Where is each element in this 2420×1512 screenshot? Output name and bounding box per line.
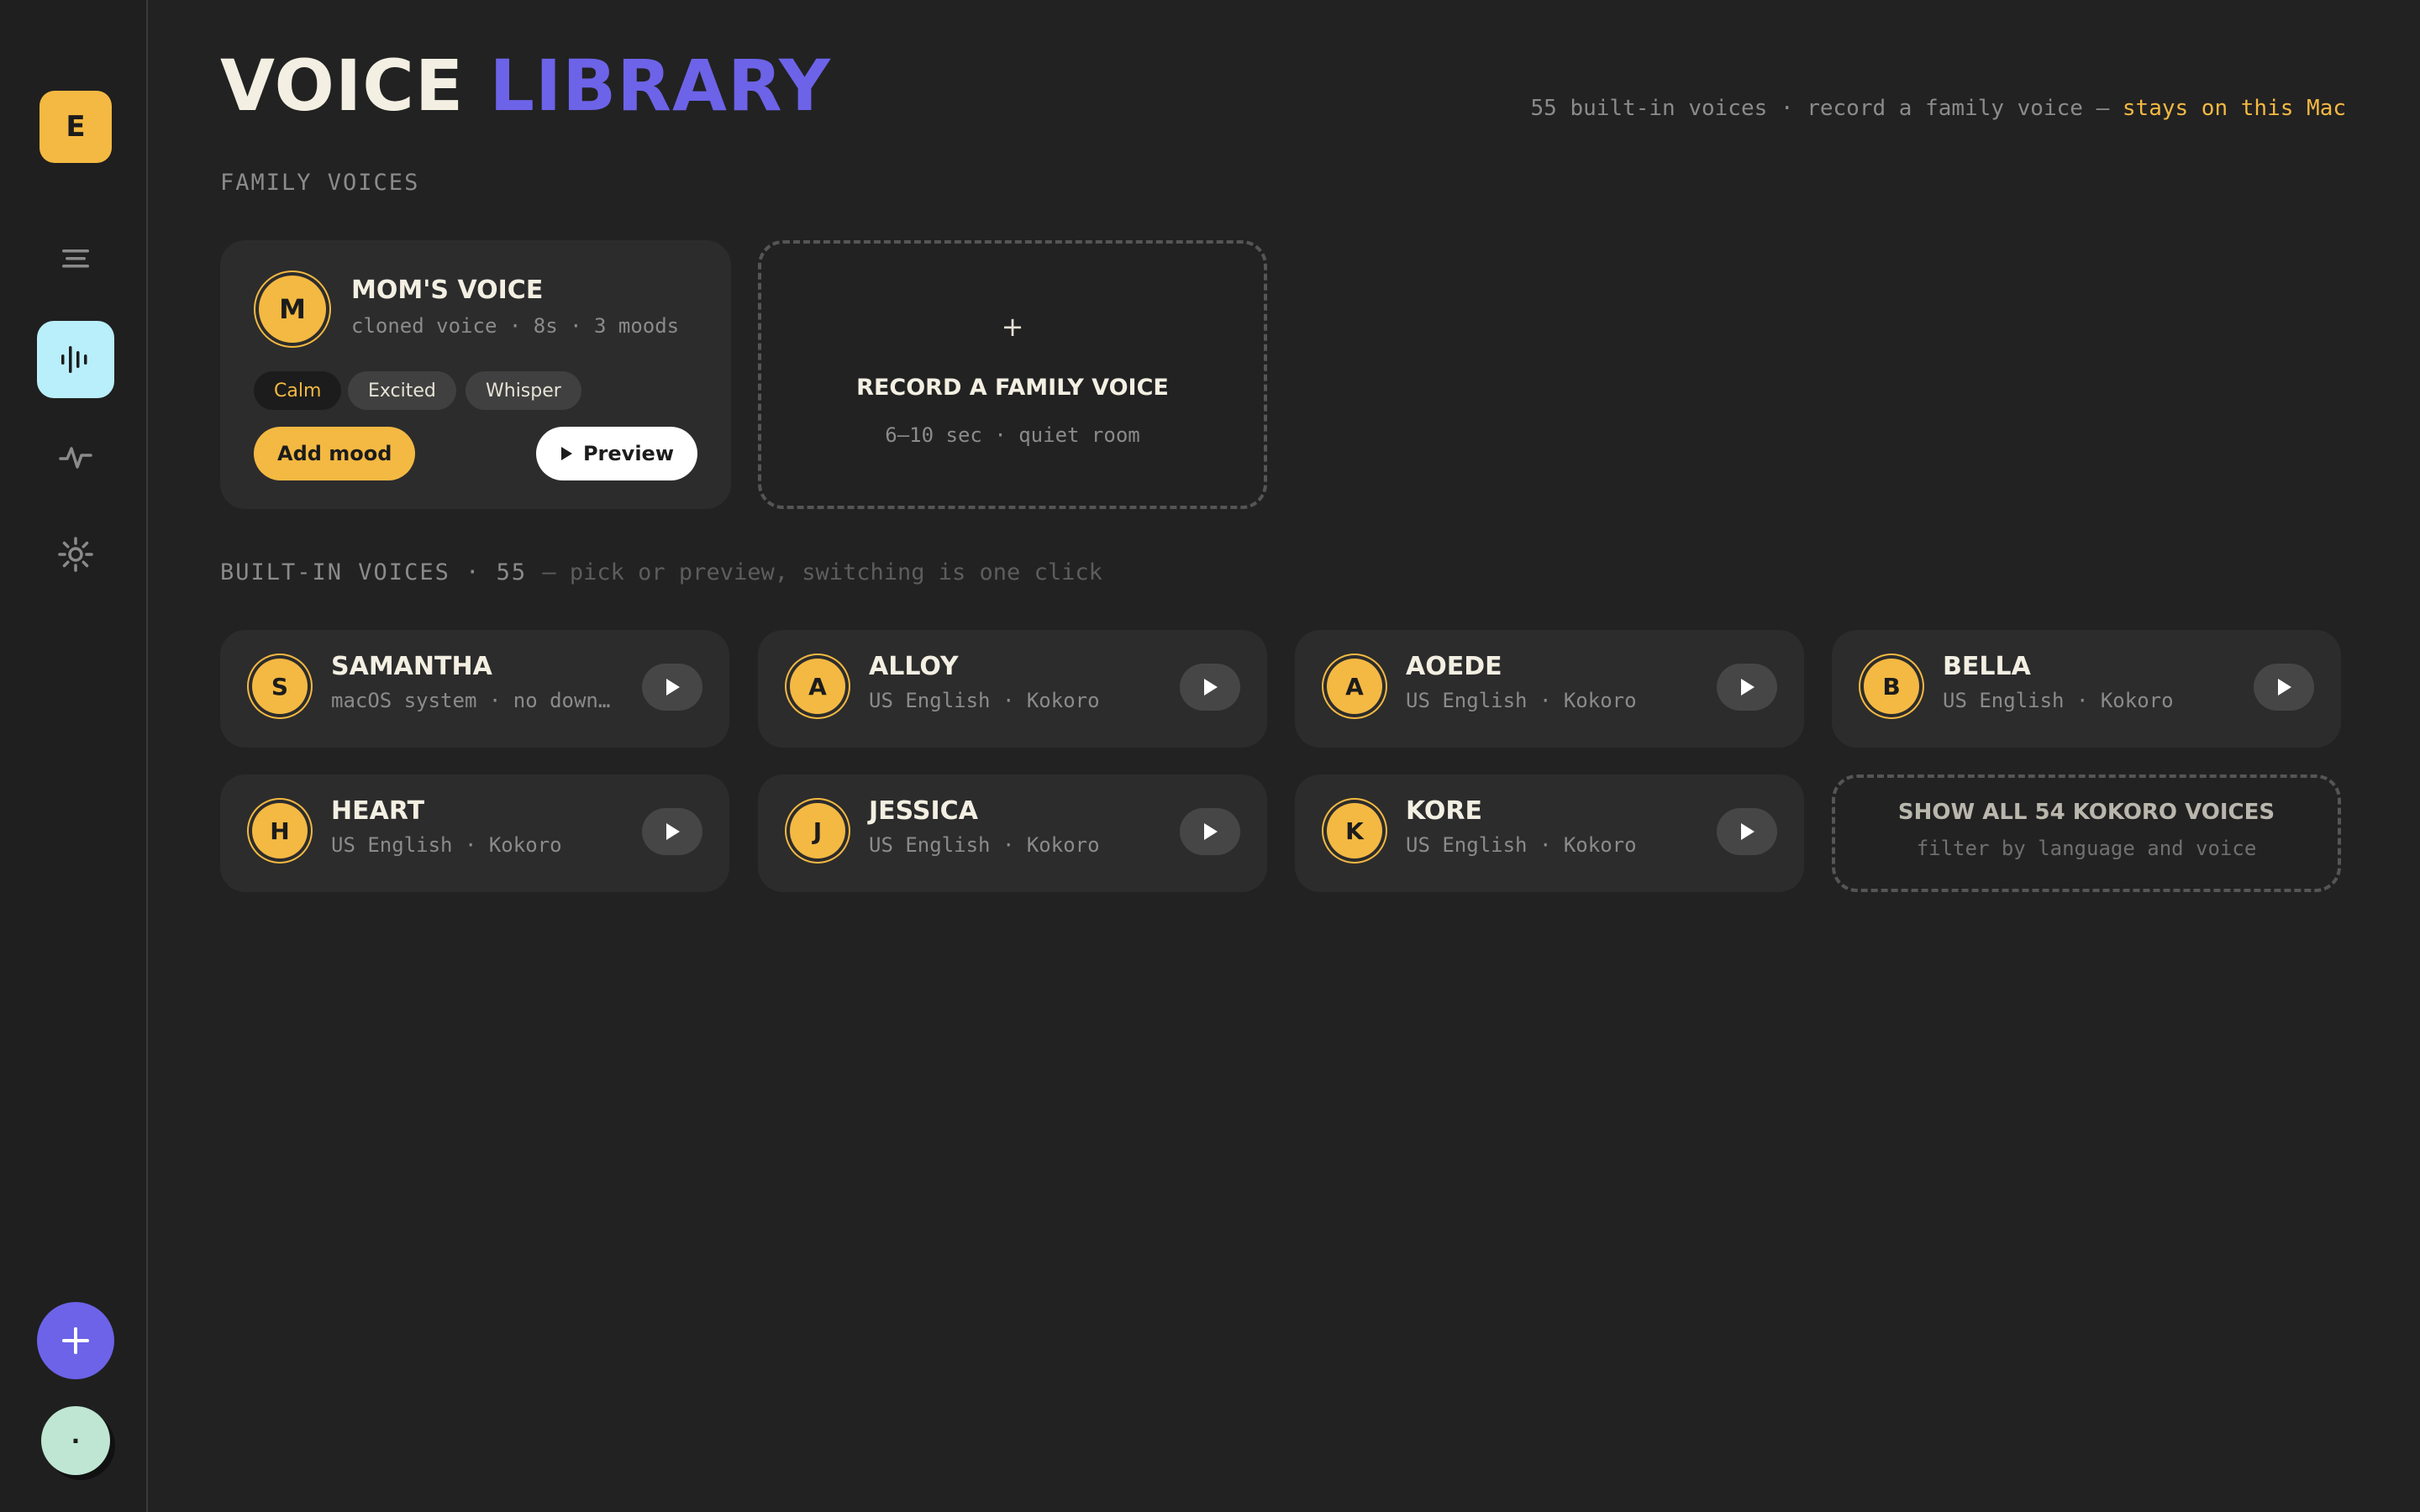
play-icon xyxy=(1741,823,1754,840)
voice-name: HEART xyxy=(331,796,425,826)
family-voice-subtitle: cloned voice · 8s · 3 moods xyxy=(351,314,680,338)
voice-card[interactable]: A ALLOY US English · Kokoro xyxy=(758,630,1267,748)
voice-subtitle: US English · Kokoro xyxy=(869,689,1100,712)
voice-card[interactable]: H HEART US English · Kokoro xyxy=(220,774,729,892)
header-note: 55 built-in voices · record a family voi… xyxy=(1530,96,2346,121)
voice-subtitle: US English · Kokoro xyxy=(869,833,1100,857)
new-voice-button[interactable] xyxy=(37,1302,114,1379)
voice-avatar: K xyxy=(1327,803,1382,858)
add-mood-button[interactable]: Add mood xyxy=(254,427,416,480)
mood-chip-excited[interactable]: Excited xyxy=(348,371,456,410)
voice-subtitle: macOS system · no download xyxy=(331,689,617,712)
voice-card[interactable]: A AOEDE US English · Kokoro xyxy=(1295,630,1804,748)
nav-settings-button[interactable] xyxy=(37,516,114,593)
sidebar: E · xyxy=(0,0,148,1512)
voice-play-button[interactable] xyxy=(642,664,702,711)
voice-name: AOEDE xyxy=(1406,652,1502,681)
play-icon xyxy=(666,679,680,696)
voice-play-button[interactable] xyxy=(1717,808,1777,855)
header-note-highlight: stays on this Mac xyxy=(2122,96,2346,121)
plus-icon xyxy=(62,1327,89,1354)
voice-name: KORE xyxy=(1406,796,1482,826)
family-section-label: FAMILY VOICES xyxy=(220,170,420,196)
voice-play-button[interactable] xyxy=(642,808,702,855)
list-icon xyxy=(62,249,89,268)
voice-subtitle: US English · Kokoro xyxy=(1406,689,1637,712)
waveform-icon xyxy=(61,346,87,373)
avatar[interactable]: · xyxy=(41,1406,110,1475)
header-note-text: 55 built-in voices · record a family voi… xyxy=(1530,96,2110,121)
show-all-voices-button[interactable]: SHOW ALL 54 KOKORO VOICES filter by lang… xyxy=(1832,774,2341,892)
voice-play-button[interactable] xyxy=(1717,664,1777,711)
activity-icon xyxy=(59,447,92,469)
play-icon xyxy=(1204,823,1218,840)
gear-icon xyxy=(58,537,93,572)
record-family-voice-card[interactable]: + RECORD A FAMILY VOICE 6–10 sec · quiet… xyxy=(758,240,1267,509)
mood-chip-whisper[interactable]: Whisper xyxy=(466,371,581,410)
voice-card[interactable]: B BELLA US English · Kokoro xyxy=(1832,630,2341,748)
voice-card[interactable]: J JESSICA US English · Kokoro xyxy=(758,774,1267,892)
family-voice-card[interactable]: M MOM'S VOICE cloned voice · 8s · 3 mood… xyxy=(220,240,731,509)
voice-play-button[interactable] xyxy=(1180,664,1240,711)
play-icon xyxy=(560,447,572,460)
voice-name: JESSICA xyxy=(869,796,978,826)
voice-subtitle: US English · Kokoro xyxy=(331,833,562,857)
family-voice-avatar: M xyxy=(259,276,326,343)
nav-list-button[interactable] xyxy=(37,220,114,297)
nav-activity-button[interactable] xyxy=(37,418,114,496)
family-voice-name: MOM'S VOICE xyxy=(351,276,544,305)
page-title-part1: VOICE xyxy=(220,45,465,127)
voice-avatar: S xyxy=(252,659,308,714)
play-icon xyxy=(1741,679,1754,696)
voice-avatar: A xyxy=(1327,659,1382,714)
voice-name: ALLOY xyxy=(869,652,959,681)
voice-avatar: B xyxy=(1864,659,1919,714)
play-icon xyxy=(2278,679,2291,696)
play-icon xyxy=(1204,679,1218,696)
nav-voices-button[interactable] xyxy=(37,321,114,398)
voice-avatar: H xyxy=(252,803,308,858)
voice-avatar: A xyxy=(790,659,845,714)
play-icon xyxy=(666,823,680,840)
show-all-subtitle: filter by language and voice xyxy=(1916,837,2257,860)
voice-card[interactable]: K KORE US English · Kokoro xyxy=(1295,774,1804,892)
builtin-section-title: BUILT-IN VOICES · 55 xyxy=(220,559,528,585)
voice-name: BELLA xyxy=(1943,652,2031,681)
page-title: VOICE LIBRARY xyxy=(220,44,831,128)
builtin-section-hint: — pick or preview, switching is one clic… xyxy=(542,559,1102,585)
voice-card[interactable]: S SAMANTHA macOS system · no download xyxy=(220,630,729,748)
record-subtitle: 6–10 sec · quiet room xyxy=(885,423,1140,447)
voice-play-button[interactable] xyxy=(1180,808,1240,855)
page-title-part2: LIBRARY xyxy=(489,45,831,127)
voice-avatar: J xyxy=(790,803,845,858)
preview-button[interactable]: Preview xyxy=(535,427,697,480)
record-title: RECORD A FAMILY VOICE xyxy=(856,375,1169,401)
voice-subtitle: US English · Kokoro xyxy=(1943,689,2174,712)
voice-name: SAMANTHA xyxy=(331,652,492,681)
plus-icon: + xyxy=(1001,311,1024,343)
voice-play-button[interactable] xyxy=(2254,664,2314,711)
preview-button-label: Preview xyxy=(582,442,674,465)
voice-subtitle: US English · Kokoro xyxy=(1406,833,1637,857)
show-all-title: SHOW ALL 54 KOKORO VOICES xyxy=(1897,800,2275,825)
builtin-section-label: BUILT-IN VOICES · 55 — pick or preview, … xyxy=(220,559,1102,585)
mood-chip-calm[interactable]: Calm xyxy=(254,371,342,410)
app-logo[interactable]: E xyxy=(39,91,112,163)
